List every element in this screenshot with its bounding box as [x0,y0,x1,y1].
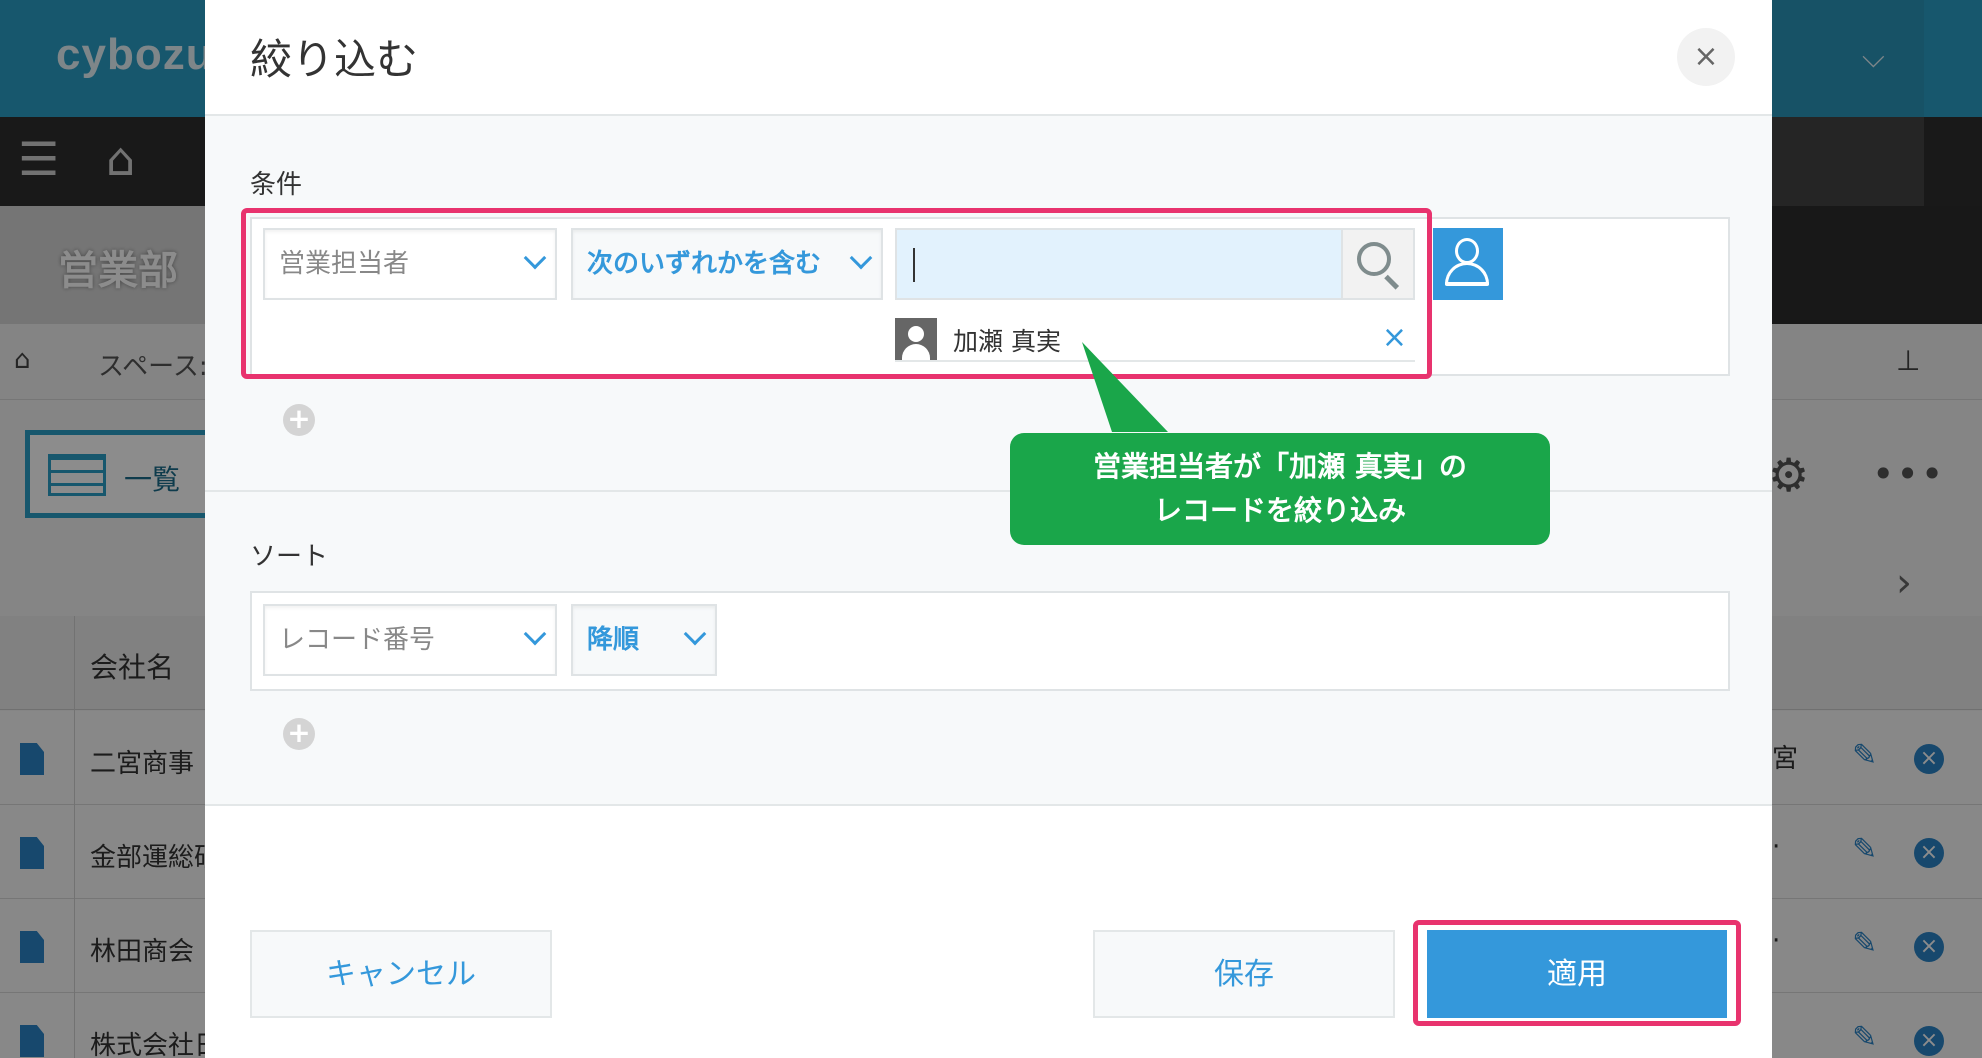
user-picker-button[interactable] [1433,228,1503,300]
close-icon: × [1693,39,1719,74]
user-icon-body [1445,262,1489,286]
add-sort-button[interactable]: + [283,718,315,750]
apply-highlight [1413,920,1741,1026]
dialog-header: 絞り込む × [205,0,1772,116]
cancel-button[interactable]: キャンセル [250,930,552,1018]
dialog-title: 絞り込む [250,35,419,84]
sort-field-select[interactable]: レコード番号 [263,604,557,676]
sort-order-select[interactable]: 降順 [571,604,717,676]
close-button[interactable]: × [1677,28,1735,86]
callout-pointer [1082,342,1168,432]
save-button[interactable]: 保存 [1093,930,1395,1018]
user-icon [1455,238,1479,264]
sort-order-value: 降順 [587,625,640,655]
conditions-label: 条件 [250,170,303,200]
chevron-down-icon [683,622,707,646]
add-condition-button[interactable]: + [283,404,315,436]
chevron-down-icon [523,622,547,646]
annotation-callout: 営業担当者が「加瀬 真実」の レコードを絞り込み [1010,433,1550,545]
annotation-line-2: レコードを絞り込み [1153,494,1406,527]
sort-label: ソート [250,542,329,572]
annotation-line-1: 営業担当者が「加瀬 真実」の [1093,450,1467,483]
condition-highlight [241,208,1432,379]
sort-field-value: レコード番号 [279,625,436,655]
